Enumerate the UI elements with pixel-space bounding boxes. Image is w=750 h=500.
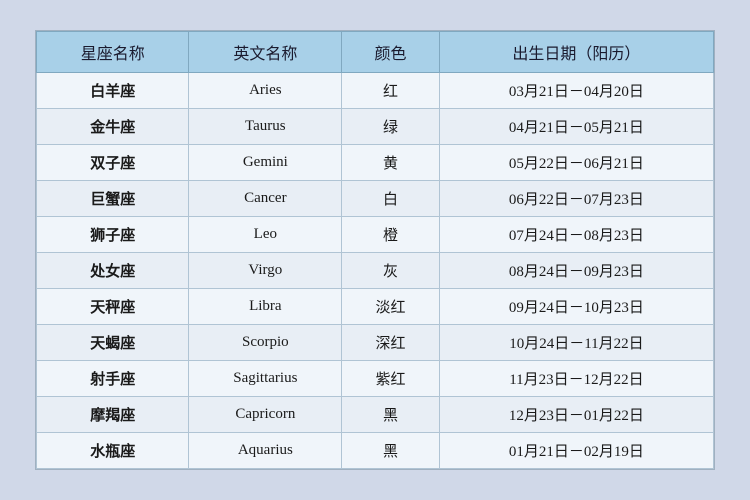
table-cell-5-3: 08月24日－09月23日	[439, 253, 713, 289]
table-cell-7-3: 10月24日－11月22日	[439, 325, 713, 361]
table-cell-8-2: 紫红	[342, 361, 440, 397]
table-cell-10-0: 水瓶座	[37, 433, 189, 469]
table-cell-6-1: Libra	[189, 289, 342, 325]
table-row: 水瓶座Aquarius黑01月21日－02月19日	[37, 433, 714, 469]
table-row: 巨蟹座Cancer白06月22日－07月23日	[37, 181, 714, 217]
table-cell-8-0: 射手座	[37, 361, 189, 397]
table-cell-0-1: Aries	[189, 73, 342, 109]
table-cell-7-2: 深红	[342, 325, 440, 361]
table-cell-1-2: 绿	[342, 109, 440, 145]
zodiac-table-container: 星座名称英文名称颜色出生日期（阳历） 白羊座Aries红03月21日－04月20…	[35, 30, 715, 470]
table-cell-4-3: 07月24日－08月23日	[439, 217, 713, 253]
table-header-cell: 英文名称	[189, 32, 342, 73]
table-cell-9-3: 12月23日－01月22日	[439, 397, 713, 433]
table-row: 白羊座Aries红03月21日－04月20日	[37, 73, 714, 109]
table-cell-6-0: 天秤座	[37, 289, 189, 325]
table-cell-9-0: 摩羯座	[37, 397, 189, 433]
table-header-cell: 星座名称	[37, 32, 189, 73]
table-row: 天秤座Libra淡红09月24日－10月23日	[37, 289, 714, 325]
table-row: 摩羯座Capricorn黑12月23日－01月22日	[37, 397, 714, 433]
table-cell-4-1: Leo	[189, 217, 342, 253]
table-cell-6-2: 淡红	[342, 289, 440, 325]
table-cell-5-2: 灰	[342, 253, 440, 289]
table-cell-7-0: 天蝎座	[37, 325, 189, 361]
table-cell-4-0: 狮子座	[37, 217, 189, 253]
zodiac-table: 星座名称英文名称颜色出生日期（阳历） 白羊座Aries红03月21日－04月20…	[36, 31, 714, 469]
table-cell-4-2: 橙	[342, 217, 440, 253]
table-cell-10-1: Aquarius	[189, 433, 342, 469]
table-body: 白羊座Aries红03月21日－04月20日金牛座Taurus绿04月21日－0…	[37, 73, 714, 469]
table-header-row: 星座名称英文名称颜色出生日期（阳历）	[37, 32, 714, 73]
table-cell-8-1: Sagittarius	[189, 361, 342, 397]
table-row: 狮子座Leo橙07月24日－08月23日	[37, 217, 714, 253]
table-row: 处女座Virgo灰08月24日－09月23日	[37, 253, 714, 289]
table-cell-3-3: 06月22日－07月23日	[439, 181, 713, 217]
table-cell-8-3: 11月23日－12月22日	[439, 361, 713, 397]
table-header-cell: 颜色	[342, 32, 440, 73]
table-cell-3-1: Cancer	[189, 181, 342, 217]
table-cell-9-2: 黑	[342, 397, 440, 433]
table-cell-2-1: Gemini	[189, 145, 342, 181]
table-cell-3-0: 巨蟹座	[37, 181, 189, 217]
table-cell-6-3: 09月24日－10月23日	[439, 289, 713, 325]
table-cell-2-0: 双子座	[37, 145, 189, 181]
table-row: 天蝎座Scorpio深红10月24日－11月22日	[37, 325, 714, 361]
table-cell-3-2: 白	[342, 181, 440, 217]
table-cell-0-2: 红	[342, 73, 440, 109]
table-cell-5-0: 处女座	[37, 253, 189, 289]
table-cell-0-3: 03月21日－04月20日	[439, 73, 713, 109]
table-cell-7-1: Scorpio	[189, 325, 342, 361]
table-header-cell: 出生日期（阳历）	[439, 32, 713, 73]
table-row: 金牛座Taurus绿04月21日－05月21日	[37, 109, 714, 145]
table-cell-5-1: Virgo	[189, 253, 342, 289]
table-cell-0-0: 白羊座	[37, 73, 189, 109]
table-cell-9-1: Capricorn	[189, 397, 342, 433]
table-cell-10-2: 黑	[342, 433, 440, 469]
table-cell-1-3: 04月21日－05月21日	[439, 109, 713, 145]
table-cell-1-1: Taurus	[189, 109, 342, 145]
table-cell-1-0: 金牛座	[37, 109, 189, 145]
table-cell-10-3: 01月21日－02月19日	[439, 433, 713, 469]
table-row: 双子座Gemini黄05月22日－06月21日	[37, 145, 714, 181]
table-row: 射手座Sagittarius紫红11月23日－12月22日	[37, 361, 714, 397]
table-cell-2-3: 05月22日－06月21日	[439, 145, 713, 181]
table-cell-2-2: 黄	[342, 145, 440, 181]
